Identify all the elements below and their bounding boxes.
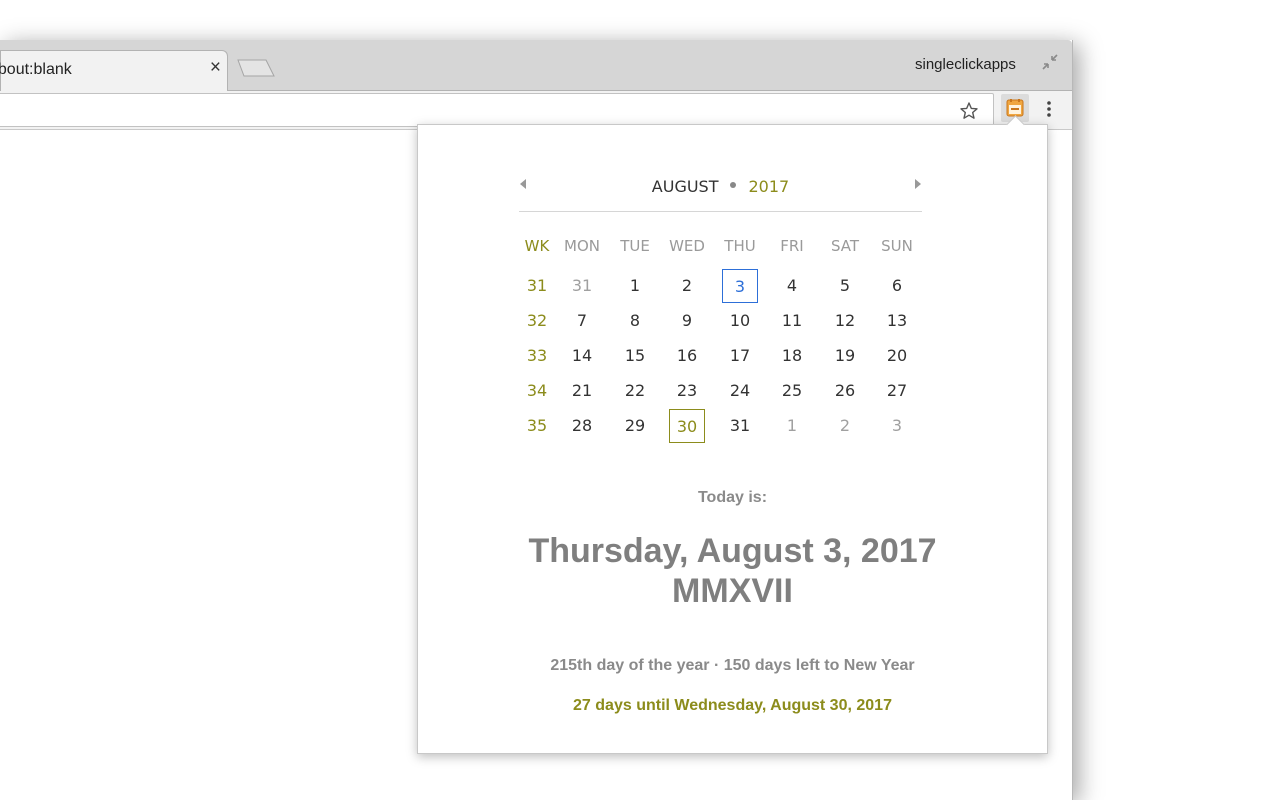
day-cell[interactable]: 11 — [774, 304, 810, 338]
day-cell[interactable]: 23 — [669, 374, 705, 408]
day-cell[interactable]: 3 — [879, 409, 915, 443]
day-cell[interactable]: 15 — [617, 339, 653, 373]
day-cell[interactable]: 2 — [669, 269, 705, 303]
year-label[interactable]: 2017 — [748, 177, 789, 196]
address-bar[interactable] — [0, 93, 994, 127]
day-cell[interactable]: 31 — [564, 269, 600, 303]
menu-icon[interactable] — [1046, 100, 1052, 118]
day-of-year-info: 215th day of the year · 150 days left to… — [550, 657, 915, 674]
day-cell[interactable]: 9 — [669, 304, 705, 338]
day-cell[interactable]: 29 — [617, 409, 653, 443]
tab-title: about:blank — [0, 61, 72, 78]
day-cell[interactable]: 31 — [722, 409, 758, 443]
day-cell[interactable]: 1 — [617, 269, 653, 303]
day-cell[interactable]: 16 — [669, 339, 705, 373]
calendar-popup: AUGUST 2017 WK MON TUE WED THU FRI SAT SU… — [417, 115, 1048, 754]
day-cell[interactable]: 2 — [827, 409, 863, 443]
day-cell[interactable]: 25 — [774, 374, 810, 408]
day-cell[interactable]: 21 — [564, 374, 600, 408]
day-cell[interactable]: 7 — [564, 304, 600, 338]
close-icon[interactable]: × — [210, 58, 221, 77]
day-cell[interactable]: 22 — [617, 374, 653, 408]
tab-strip: about:blank × singleclickapps — [0, 40, 1072, 92]
week-number: 32 — [526, 311, 548, 330]
day-cell[interactable]: 1 — [774, 409, 810, 443]
chevron-right-icon[interactable] — [914, 177, 922, 191]
day-cell[interactable]: 5 — [827, 269, 863, 303]
day-cell[interactable]: 27 — [879, 374, 915, 408]
day-cell[interactable]: 24 — [722, 374, 758, 408]
new-tab-icon[interactable] — [236, 59, 276, 77]
weekday-header: WK — [524, 237, 550, 255]
weekday-header: WED — [669, 237, 705, 255]
day-cell[interactable]: 19 — [827, 339, 863, 373]
profile-name[interactable]: singleclickapps — [915, 56, 1016, 73]
weekday-header: TUE — [620, 237, 650, 255]
week-number: 34 — [526, 381, 548, 400]
day-cell[interactable]: 20 — [879, 339, 915, 373]
day-cell-today[interactable]: 3 — [722, 269, 758, 303]
month-year-label: AUGUST 2017 — [519, 177, 922, 196]
day-cell[interactable]: 12 — [827, 304, 863, 338]
weekday-header: THU — [724, 237, 756, 255]
month-label: AUGUST — [651, 177, 719, 196]
week-number: 31 — [526, 276, 548, 295]
weekday-header: SUN — [881, 237, 913, 255]
event-countdown[interactable]: 27 days until Wednesday, August 30, 2017 — [418, 697, 1047, 715]
day-cell[interactable]: 13 — [879, 304, 915, 338]
day-cell[interactable]: 17 — [722, 339, 758, 373]
weekday-header: SAT — [830, 237, 860, 255]
day-cell[interactable]: 8 — [617, 304, 653, 338]
day-cell[interactable]: 26 — [827, 374, 863, 408]
day-cell[interactable]: 28 — [564, 409, 600, 443]
star-icon[interactable] — [959, 101, 979, 121]
week-number: 35 — [526, 416, 548, 435]
today-label: Today is: — [697, 489, 768, 506]
separator-dot — [730, 181, 737, 188]
calendar-header: AUGUST 2017 — [519, 173, 922, 212]
day-cell[interactable]: 18 — [774, 339, 810, 373]
week-number: 33 — [526, 346, 548, 365]
roman-year: MMXVII — [672, 572, 793, 610]
full-date: Thursday, August 3, 2017 — [528, 532, 937, 570]
weekday-header: MON — [564, 237, 600, 255]
shrink-icon[interactable] — [1040, 52, 1060, 72]
day-cell[interactable]: 14 — [564, 339, 600, 373]
weekday-header: FRI — [780, 237, 804, 255]
tab-about-blank[interactable]: about:blank × — [0, 50, 228, 92]
day-cell[interactable]: 10 — [722, 304, 758, 338]
day-cell-selected[interactable]: 30 — [669, 409, 705, 443]
day-cell[interactable]: 4 — [774, 269, 810, 303]
day-cell[interactable]: 6 — [879, 269, 915, 303]
